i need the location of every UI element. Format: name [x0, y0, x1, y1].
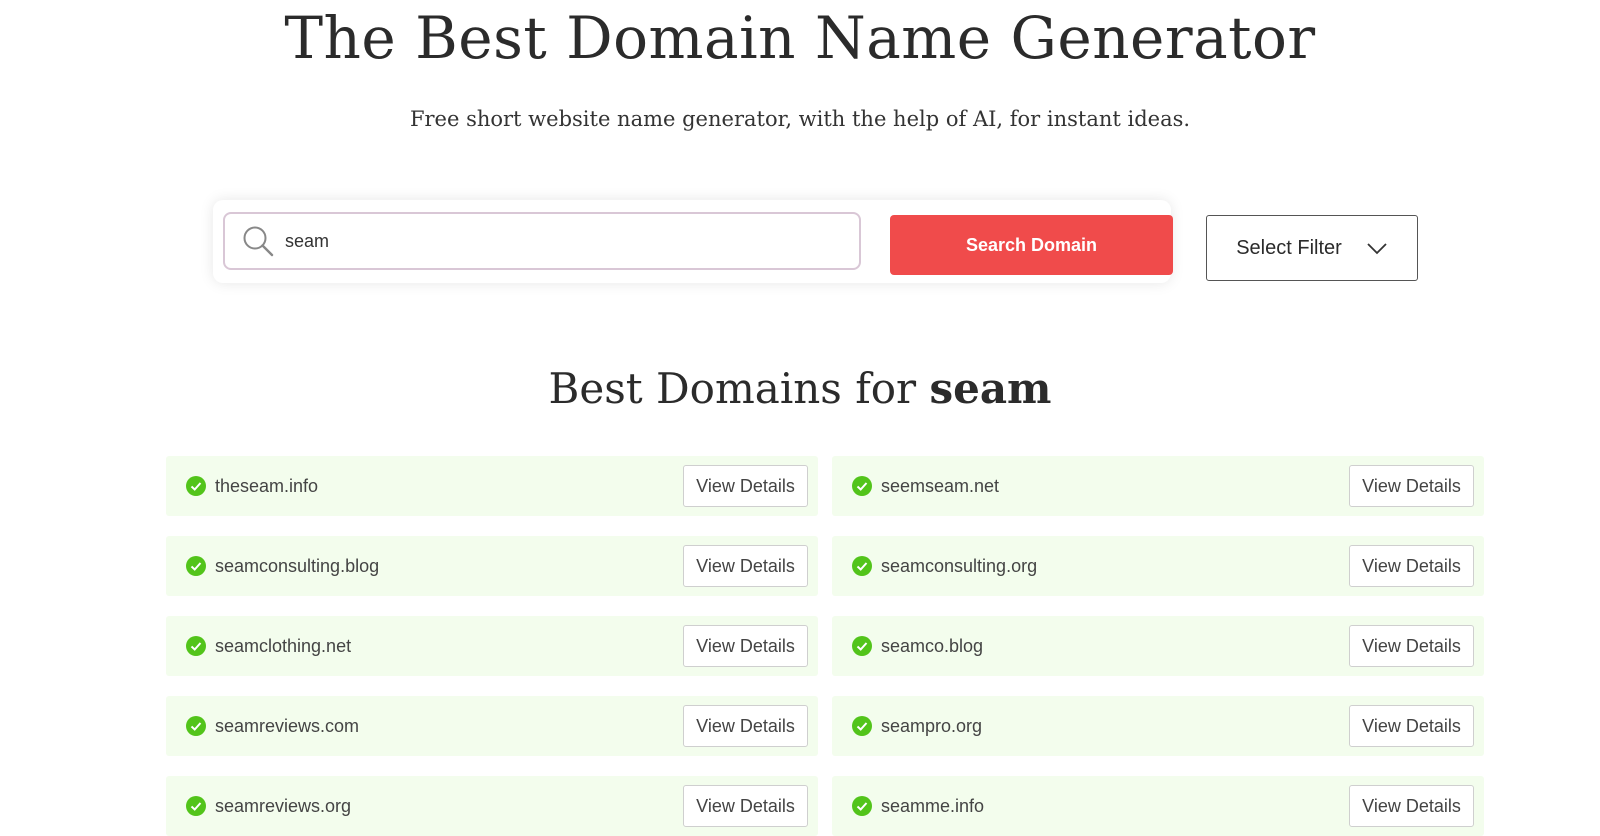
- check-icon: [186, 796, 206, 816]
- filter-label: Select Filter: [1236, 236, 1342, 259]
- domain-name: seamme.info: [881, 795, 985, 816]
- domain-row: seamconsulting.blog View Details: [166, 536, 818, 596]
- check-icon: [852, 796, 872, 816]
- domain-row: seamreviews.com View Details: [166, 696, 818, 756]
- view-details-button[interactable]: View Details: [683, 785, 808, 827]
- results-title: Best Domains for seam: [0, 362, 1600, 416]
- domain-name: seamco.blog: [881, 635, 984, 656]
- domain-name: theseam.info: [215, 475, 319, 496]
- view-details-button[interactable]: View Details: [1349, 625, 1474, 667]
- view-details-button[interactable]: View Details: [683, 465, 808, 507]
- domain-row: seemseam.net View Details: [832, 456, 1484, 516]
- search-box[interactable]: [223, 212, 861, 270]
- results-query: seam: [929, 364, 1052, 413]
- results-title-prefix: Best Domains for: [548, 364, 917, 413]
- view-details-button[interactable]: View Details: [1349, 705, 1474, 747]
- results-grid: theseam.info View Details seemseam.net V…: [166, 456, 1484, 836]
- check-icon: [186, 636, 206, 656]
- view-details-button[interactable]: View Details: [683, 705, 808, 747]
- view-details-button[interactable]: View Details: [1349, 785, 1474, 827]
- check-icon: [186, 476, 206, 496]
- view-details-button[interactable]: View Details: [1349, 465, 1474, 507]
- chevron-down-icon: [1367, 243, 1387, 255]
- domain-row: seamreviews.org View Details: [166, 776, 818, 836]
- domain-name: seamreviews.org: [215, 795, 352, 816]
- check-icon: [186, 716, 206, 736]
- page-title: The Best Domain Name Generator: [284, 4, 1316, 72]
- check-icon: [852, 636, 872, 656]
- check-icon: [186, 556, 206, 576]
- domain-row: theseam.info View Details: [166, 456, 818, 516]
- domain-name: seamclothing.net: [215, 635, 352, 656]
- check-icon: [852, 476, 872, 496]
- domain-name: seamconsulting.blog: [215, 555, 380, 576]
- search-input[interactable]: [283, 229, 847, 253]
- domain-row: seamco.blog View Details: [832, 616, 1484, 676]
- view-details-button[interactable]: View Details: [683, 625, 808, 667]
- domain-name: seemseam.net: [881, 475, 1000, 496]
- check-icon: [852, 556, 872, 576]
- filter-select[interactable]: Select Filter: [1206, 215, 1418, 281]
- view-details-button[interactable]: View Details: [1349, 545, 1474, 587]
- search-card: Search Domain: [213, 200, 1173, 283]
- domain-row: seamme.info View Details: [832, 776, 1484, 836]
- domain-name: seampro.org: [881, 715, 983, 736]
- check-icon: [852, 716, 872, 736]
- view-details-button[interactable]: View Details: [683, 545, 808, 587]
- domain-name: seamconsulting.org: [881, 555, 1038, 576]
- domain-row: seamclothing.net View Details: [166, 616, 818, 676]
- search-domain-button[interactable]: Search Domain: [890, 215, 1173, 275]
- page-subtitle: Free short website name generator, with …: [409, 107, 1191, 131]
- search-icon: [243, 226, 274, 257]
- domain-name: seamreviews.com: [215, 715, 360, 736]
- domain-row: seamconsulting.org View Details: [832, 536, 1484, 596]
- domain-row: seampro.org View Details: [832, 696, 1484, 756]
